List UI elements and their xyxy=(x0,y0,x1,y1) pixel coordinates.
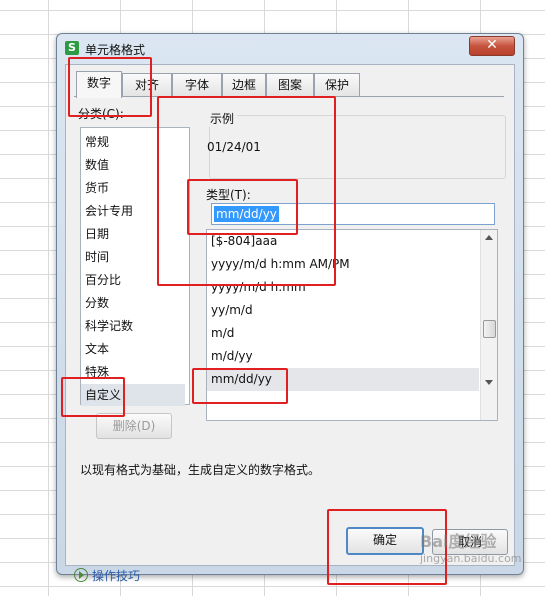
format-item[interactable]: m/d/yy xyxy=(211,345,479,368)
scroll-up-arrow-icon[interactable] xyxy=(485,235,493,240)
tips-label: 操作技巧 xyxy=(92,569,141,583)
annotation-box-type-field xyxy=(187,179,298,235)
annotation-box-custom-category xyxy=(61,377,125,417)
scroll-thumb[interactable] xyxy=(483,320,496,338)
tab-number[interactable]: 数字 xyxy=(76,71,122,98)
tab-protection[interactable]: 保护 xyxy=(314,73,360,96)
tab-font[interactable]: 字体 xyxy=(172,73,222,96)
format-list-scrollbar[interactable] xyxy=(480,230,497,420)
tips-link[interactable]: 操作技巧 xyxy=(74,567,140,584)
watermark-logo: Bai度经验 xyxy=(420,532,497,551)
tab-pattern[interactable]: 图案 xyxy=(266,73,314,96)
dialog-title: 单元格格式 xyxy=(85,43,146,57)
format-item[interactable]: m/d xyxy=(211,322,479,345)
category-item-fraction[interactable]: 分数 xyxy=(81,292,185,314)
description-text: 以现有格式为基础，生成自定义的数字格式。 xyxy=(80,463,321,477)
close-button[interactable]: ✕ xyxy=(469,36,515,56)
tab-border[interactable]: 边框 xyxy=(222,73,266,96)
category-item-text[interactable]: 文本 xyxy=(81,338,185,360)
format-item[interactable]: yy/m/d xyxy=(211,299,479,322)
wps-app-icon: S xyxy=(65,41,79,55)
annotation-box-selected-format xyxy=(192,368,288,404)
watermark-url: jingyan.baidu.com xyxy=(420,552,522,565)
scroll-down-arrow-icon[interactable] xyxy=(485,380,493,385)
play-icon xyxy=(74,568,88,582)
category-item-scientific[interactable]: 科学记数 xyxy=(81,315,185,337)
